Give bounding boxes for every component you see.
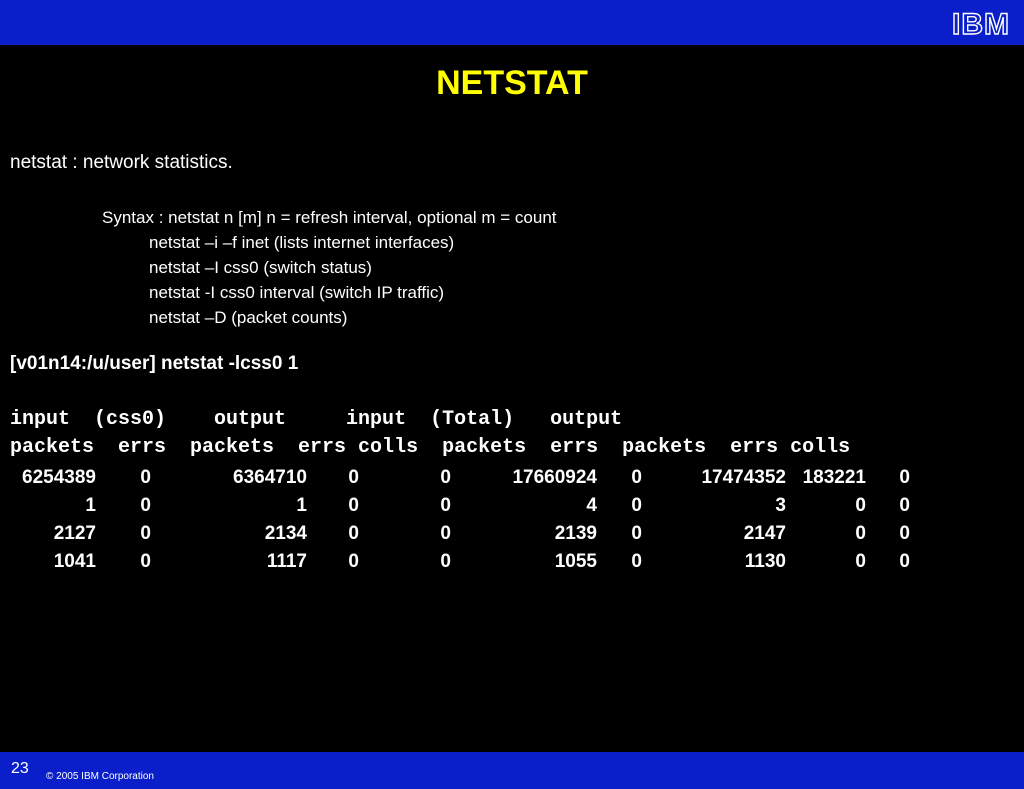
cell: 2127 bbox=[53, 523, 96, 544]
cell: 0 bbox=[899, 523, 910, 544]
table-row: 1041 0 1117 0 0 1055 0 1130 0 0 bbox=[10, 548, 910, 576]
netstat-table: 6254389 0 6364710 0 0 17660924 0 1747435… bbox=[10, 464, 910, 576]
cell: 0 bbox=[440, 467, 451, 488]
cell: 6254389 bbox=[22, 467, 96, 488]
cell: 0 bbox=[140, 467, 151, 488]
cell: 0 bbox=[631, 551, 642, 572]
cell: 0 bbox=[348, 467, 359, 488]
syntax-line: Syntax : netstat n [m] n = refresh inter… bbox=[102, 208, 557, 227]
cell: 6364710 bbox=[233, 467, 307, 488]
intro-text: netstat : network statistics. bbox=[10, 152, 233, 173]
cell: 0 bbox=[855, 495, 866, 516]
ibm-logo-text: IBM bbox=[951, 8, 1010, 41]
cell: 0 bbox=[899, 551, 910, 572]
footer-bar: 23 © 2005 IBM Corporation bbox=[0, 752, 1024, 789]
cell: 0 bbox=[631, 467, 642, 488]
cell: 0 bbox=[855, 551, 866, 572]
copyright-text: © 2005 IBM Corporation bbox=[46, 771, 154, 782]
cell: 183221 bbox=[802, 467, 866, 488]
syntax-line: netstat –I css0 (switch status) bbox=[149, 258, 372, 277]
table-row: 2127 0 2134 0 0 2139 0 2147 0 0 bbox=[10, 520, 910, 548]
cell: 1 bbox=[296, 495, 307, 516]
cell: 0 bbox=[140, 551, 151, 572]
cell: 0 bbox=[631, 495, 642, 516]
top-bar: IBM bbox=[0, 0, 1024, 45]
syntax-line: netstat -I css0 interval (switch IP traf… bbox=[149, 283, 445, 302]
cell: 0 bbox=[855, 523, 866, 544]
cell: 0 bbox=[348, 551, 359, 572]
cell: 1117 bbox=[266, 551, 307, 572]
cell: 0 bbox=[440, 523, 451, 544]
table-header-row-1: input (css0) output input (Total) output bbox=[10, 408, 623, 431]
table-row: 1 0 1 0 0 4 0 3 0 0 bbox=[10, 492, 910, 520]
cell: 1055 bbox=[554, 551, 597, 572]
cell: 4 bbox=[586, 495, 597, 516]
syntax-line: netstat –D (packet counts) bbox=[149, 308, 348, 327]
cell: 0 bbox=[348, 495, 359, 516]
cell: 0 bbox=[348, 523, 359, 544]
cell: 17660924 bbox=[512, 467, 597, 488]
table-row: 6254389 0 6364710 0 0 17660924 0 1747435… bbox=[10, 464, 910, 492]
cell: 0 bbox=[440, 551, 451, 572]
cell: 1 bbox=[85, 495, 96, 516]
cell: 0 bbox=[140, 523, 151, 544]
cell: 0 bbox=[631, 523, 642, 544]
cell: 0 bbox=[899, 495, 910, 516]
cell: 2147 bbox=[743, 523, 786, 544]
cell: 0 bbox=[140, 495, 151, 516]
cell: 2139 bbox=[554, 523, 597, 544]
cell: 0 bbox=[440, 495, 451, 516]
table-header-row-2: packets errs packets errs colls packets … bbox=[10, 436, 851, 459]
cell: 3 bbox=[775, 495, 786, 516]
syntax-line: netstat –i –f inet (lists internet inter… bbox=[149, 233, 455, 252]
cell: 17474352 bbox=[701, 467, 786, 488]
page-number: 23 bbox=[11, 760, 29, 777]
cell: 1130 bbox=[744, 551, 786, 572]
command-line: [v01n14:/u/user] netstat -lcss0 1 bbox=[10, 353, 299, 374]
cell: 2134 bbox=[264, 523, 307, 544]
cell: 0 bbox=[899, 467, 910, 488]
cell: 1041 bbox=[53, 551, 96, 572]
syntax-block: Syntax : netstat n [m] n = refresh inter… bbox=[102, 205, 557, 330]
slide-title: NETSTAT bbox=[436, 64, 588, 102]
